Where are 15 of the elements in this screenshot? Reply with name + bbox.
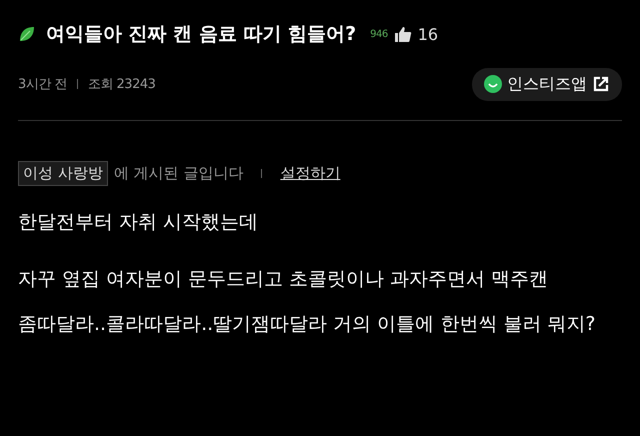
comment-count: 946: [370, 28, 388, 40]
external-link-icon: [592, 75, 610, 93]
smile-icon: [484, 75, 502, 93]
post-time: 3시간 전: [18, 76, 67, 93]
board-tag[interactable]: 이성 사랑방: [18, 161, 108, 186]
app-button[interactable]: 인스티즈앱: [472, 68, 622, 100]
thumbs-up-icon: [394, 25, 412, 43]
body-paragraph: 자꾸 옆집 여자분이 문두드리고 초콜릿이나 과자주면서 맥주캔 좀따달라..콜라따달라..딸기잼따달라 거의 이틀에 한번씩 불러 뭐지?: [18, 267, 596, 337]
settings-link[interactable]: 설정하기: [280, 164, 340, 183]
like-count: 16: [418, 24, 438, 44]
board-notice: 에 게시된 글입니다: [114, 164, 244, 183]
post-title: 여익들아 진짜 캔 음료 따기 힘들어?: [46, 22, 356, 47]
leaf-icon: [18, 25, 36, 43]
view-count: 조회 23243: [88, 76, 156, 93]
body-paragraph: 한달전부터 자취 시작했는데: [18, 210, 260, 235]
